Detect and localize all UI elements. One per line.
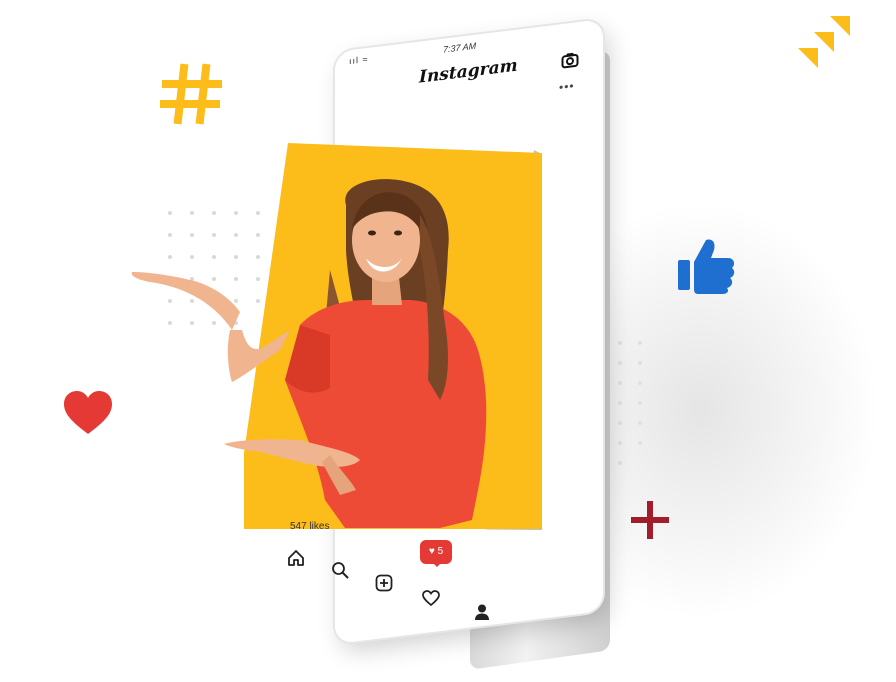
chevron-stack-icon bbox=[798, 16, 850, 68]
add-post-icon[interactable] bbox=[374, 573, 394, 593]
status-time: 7:37 AM bbox=[443, 40, 477, 55]
hashtag-icon bbox=[160, 63, 222, 125]
signal-indicator: ııl ≈ bbox=[349, 53, 369, 67]
home-icon[interactable] bbox=[286, 548, 306, 568]
heart-icon bbox=[64, 391, 112, 434]
notification-badge: ♥ 5 bbox=[420, 540, 452, 567]
profile-icon[interactable] bbox=[472, 602, 492, 622]
camera-icon[interactable] bbox=[561, 50, 579, 70]
post-photo bbox=[244, 143, 542, 529]
plus-icon bbox=[631, 501, 669, 539]
dot-grid-left bbox=[168, 211, 260, 325]
likes-count: 547 likes bbox=[290, 521, 330, 532]
thumbs-up-icon bbox=[678, 239, 735, 294]
post-more-menu[interactable]: ••• bbox=[559, 79, 575, 95]
hero-illustration: ııl ≈ 7:37 AM Instagram ••• 547 likes ♥ … bbox=[0, 0, 896, 682]
search-icon[interactable] bbox=[330, 560, 350, 580]
activity-heart-icon[interactable] bbox=[421, 588, 441, 608]
